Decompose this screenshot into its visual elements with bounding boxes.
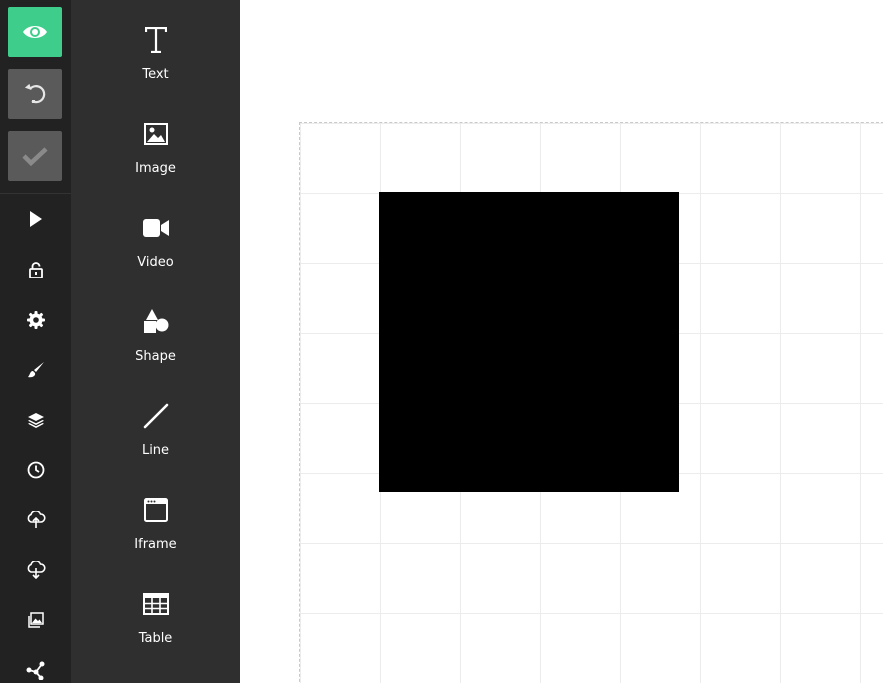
- toolbar-divider: [0, 193, 71, 194]
- panel-item-label: Table: [138, 631, 173, 646]
- download-button[interactable]: [0, 555, 71, 585]
- share-button[interactable]: [0, 655, 71, 683]
- lock-button[interactable]: [0, 255, 71, 285]
- insert-iframe-button[interactable]: Iframe: [71, 490, 240, 570]
- settings-button[interactable]: [0, 305, 71, 335]
- layers-button[interactable]: [0, 405, 71, 435]
- clock-icon: [27, 461, 44, 479]
- image-icon: [27, 612, 44, 628]
- shape-element[interactable]: [379, 192, 679, 492]
- left-toolbar: [0, 0, 71, 683]
- eye-icon: [23, 26, 47, 38]
- video-icon: [71, 208, 240, 248]
- insert-video-button[interactable]: Video: [71, 208, 240, 288]
- check-icon: [22, 147, 48, 166]
- editor-app: Text Image Video Shape Line Iframe Table: [0, 0, 883, 683]
- insert-panel: Text Image Video Shape Line Iframe Table: [71, 0, 240, 683]
- media-button[interactable]: [0, 605, 71, 635]
- insert-line-button[interactable]: Line: [71, 396, 240, 476]
- share-icon: [26, 661, 44, 680]
- play-button[interactable]: [0, 204, 71, 234]
- editor-canvas[interactable]: [240, 0, 883, 683]
- lock-icon: [28, 262, 43, 278]
- play-icon: [29, 211, 42, 227]
- text-icon: [71, 20, 240, 60]
- layers-icon: [27, 413, 44, 428]
- undo-button[interactable]: [8, 69, 62, 119]
- insert-shape-button[interactable]: Shape: [71, 302, 240, 382]
- iframe-icon: [71, 490, 240, 530]
- brush-icon: [27, 362, 44, 378]
- gear-icon: [26, 311, 45, 329]
- shape-icon: [71, 302, 240, 342]
- save-button[interactable]: [8, 131, 62, 181]
- panel-item-label: Iframe: [134, 537, 177, 552]
- insert-table-button[interactable]: Table: [71, 584, 240, 664]
- history-button[interactable]: [0, 455, 71, 485]
- panel-item-label: Line: [141, 443, 170, 458]
- style-button[interactable]: [0, 355, 71, 385]
- cloud-download-icon: [27, 561, 46, 579]
- panel-item-label: Text: [142, 67, 169, 82]
- panel-item-label: Image: [135, 161, 176, 176]
- line-icon: [71, 396, 240, 436]
- preview-button[interactable]: [8, 7, 62, 57]
- image-icon: [71, 114, 240, 154]
- undo-icon: [24, 83, 46, 104]
- panel-item-label: Video: [137, 255, 174, 270]
- cloud-upload-icon: [27, 511, 46, 528]
- table-icon: [71, 584, 240, 624]
- upload-button[interactable]: [0, 505, 71, 535]
- panel-item-label: Shape: [135, 349, 176, 364]
- insert-image-button[interactable]: Image: [71, 114, 240, 194]
- insert-text-button[interactable]: Text: [71, 20, 240, 100]
